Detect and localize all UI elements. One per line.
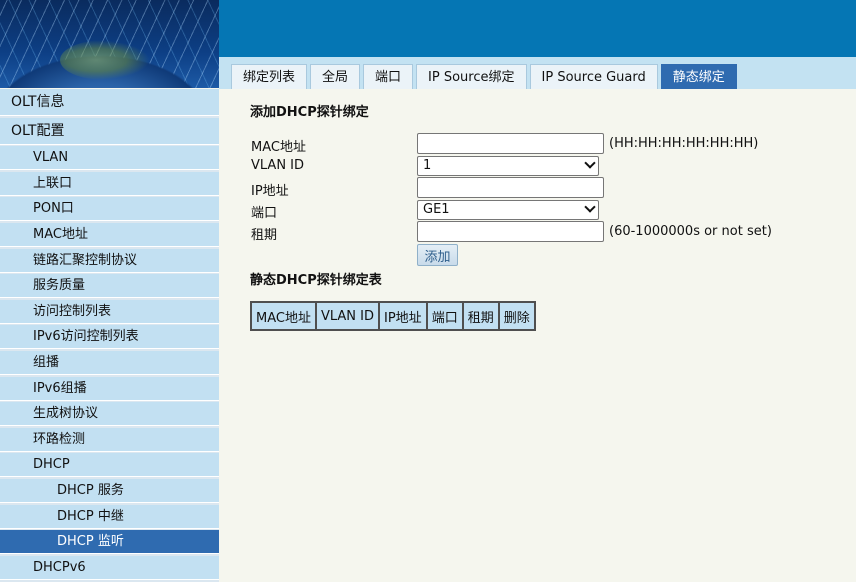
- ip-address-input[interactable]: [417, 177, 604, 198]
- sidebar-item-vlan[interactable]: VLAN: [0, 146, 219, 171]
- tab-global[interactable]: 全局: [310, 64, 361, 89]
- tab-ip-source-guard[interactable]: IP Source Guard: [529, 64, 658, 89]
- sidebar-item-loop-detect[interactable]: 环路检测: [0, 427, 219, 452]
- sidebar-item-ipv6-acl[interactable]: IPv6访问控制列表: [0, 325, 219, 350]
- sidebar-item-dhcpv6[interactable]: DHCPv6: [0, 555, 219, 580]
- chevron-down-icon: [584, 201, 596, 213]
- sidebar-item-stp[interactable]: 生成树协议: [0, 402, 219, 427]
- globe-image: [60, 40, 150, 80]
- tab-binding-list[interactable]: 绑定列表: [231, 64, 308, 89]
- sidebar-item-olt-info[interactable]: OLT信息: [0, 89, 219, 116]
- tab-static-binding[interactable]: 静态绑定: [660, 64, 737, 89]
- vlan-id-value: 1: [423, 158, 432, 173]
- port-value: GE1: [423, 202, 450, 217]
- top-header-bar: [219, 0, 856, 57]
- col-ip-address: IP地址: [378, 301, 428, 331]
- ip-label: IP地址: [251, 184, 289, 199]
- port-select[interactable]: GE1: [417, 200, 599, 220]
- col-delete: 删除: [497, 301, 536, 331]
- sidebar-nav: OLT信息 OLT配置 VLAN 上联口 PON口 MAC地址 链路汇聚控制协议…: [0, 89, 219, 582]
- logo-banner: [0, 0, 219, 88]
- lease-range-hint: (60-1000000s or not set): [609, 224, 772, 239]
- sidebar-item-olt-config[interactable]: OLT配置: [0, 117, 219, 145]
- sidebar-item-dhcp-snooping[interactable]: DHCP 监听: [0, 530, 219, 555]
- sidebar-item-qos[interactable]: 服务质量: [0, 274, 219, 299]
- col-lease: 租期: [461, 301, 500, 331]
- sidebar-item-dhcp-relay[interactable]: DHCP 中继: [0, 504, 219, 529]
- main-content: 添加DHCP探针绑定 MAC地址 (HH:HH:HH:HH:HH:HH) VLA…: [219, 89, 856, 582]
- col-port: 端口: [425, 301, 464, 331]
- static-binding-table: MAC地址 VLAN ID IP地址 端口 租期 删除: [250, 301, 536, 331]
- col-mac-address: MAC地址: [250, 301, 317, 331]
- tab-ip-source-binding[interactable]: IP Source绑定: [416, 64, 527, 89]
- port-label: 端口: [251, 206, 278, 221]
- mac-address-input[interactable]: [417, 133, 604, 154]
- sidebar-item-pon-port[interactable]: PON口: [0, 197, 219, 222]
- lease-label: 租期: [251, 228, 278, 243]
- chevron-down-icon: [584, 157, 596, 169]
- vlan-id-select[interactable]: 1: [417, 156, 599, 176]
- sidebar-item-acl[interactable]: 访问控制列表: [0, 299, 219, 324]
- mac-format-hint: (HH:HH:HH:HH:HH:HH): [609, 136, 759, 151]
- add-binding-title: 添加DHCP探针绑定: [250, 105, 369, 120]
- sidebar-item-ipv6-multicast[interactable]: IPv6组播: [0, 376, 219, 401]
- sidebar-item-lacp[interactable]: 链路汇聚控制协议: [0, 248, 219, 273]
- lease-input[interactable]: [417, 221, 604, 242]
- sidebar-item-multicast[interactable]: 组播: [0, 350, 219, 375]
- sidebar-item-uplink[interactable]: 上联口: [0, 171, 219, 196]
- sidebar-item-dhcp[interactable]: DHCP: [0, 453, 219, 478]
- mac-label: MAC地址: [251, 140, 306, 155]
- col-vlan-id: VLAN ID: [314, 301, 381, 331]
- static-binding-table-title: 静态DHCP探针绑定表: [250, 273, 382, 288]
- tab-strip: 绑定列表 全局 端口 IP Source绑定 IP Source Guard 静…: [219, 57, 856, 89]
- vlan-label: VLAN ID: [251, 158, 305, 173]
- sidebar-item-mac-address[interactable]: MAC地址: [0, 222, 219, 247]
- tab-port[interactable]: 端口: [363, 64, 414, 89]
- add-button[interactable]: 添加: [417, 244, 458, 266]
- sidebar-item-dhcp-server[interactable]: DHCP 服务: [0, 478, 219, 503]
